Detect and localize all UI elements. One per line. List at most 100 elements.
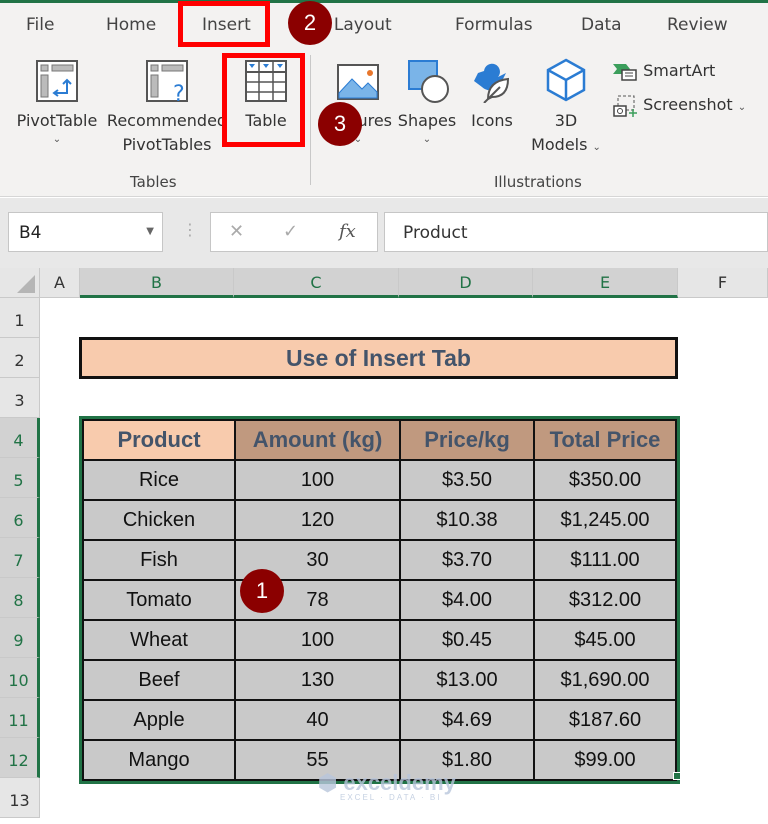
cell-price-per-kg[interactable]: $3.50	[399, 459, 535, 501]
selected-range: Product Amount (kg) Price/kg Total Price…	[79, 416, 680, 784]
cell-price-per-kg[interactable]: $4.69	[399, 699, 535, 741]
table-row: Beef 130 $13.00 $1,690.00	[82, 659, 677, 701]
row-header-8[interactable]: 8	[0, 578, 40, 618]
cell-product[interactable]: Beef	[82, 659, 236, 701]
cell-price-per-kg[interactable]: $10.38	[399, 499, 535, 541]
screenshot-icon	[613, 95, 637, 117]
cell-product[interactable]: Rice	[82, 459, 236, 501]
column-header-b[interactable]: B	[80, 268, 234, 298]
chevron-down-icon: ⌄	[422, 134, 432, 145]
insert-function-icon[interactable]: fx	[339, 221, 356, 242]
shapes-button[interactable]: Shapes ⌄	[396, 57, 458, 147]
header-price-per-kg[interactable]: Price/kg	[399, 419, 535, 461]
row-header-6[interactable]: 6	[0, 498, 40, 538]
table-row: Chicken 120 $10.38 $1,245.00	[82, 499, 677, 541]
cell-amount[interactable]: 100	[234, 619, 401, 661]
pictures-icon	[337, 64, 379, 100]
cell-price-per-kg[interactable]: $13.00	[399, 659, 535, 701]
row-header-7[interactable]: 7	[0, 538, 40, 578]
watermark-tagline: EXCEL · DATA · BI	[340, 793, 442, 802]
cell-amount[interactable]: 130	[234, 659, 401, 701]
screenshot-label: Screenshot	[643, 95, 733, 114]
column-header-c[interactable]: C	[234, 268, 399, 298]
recommended-pivottables-button[interactable]: ? Recommended PivotTables	[104, 57, 230, 157]
column-header-a[interactable]: A	[40, 268, 80, 298]
name-box[interactable]: B4 ▼	[8, 212, 163, 252]
cell-product[interactable]: Apple	[82, 699, 236, 741]
tab-formulas[interactable]: Formulas	[455, 15, 533, 35]
row-header-4[interactable]: 4	[0, 418, 40, 458]
tab-data[interactable]: Data	[581, 15, 622, 35]
data-table: Product Amount (kg) Price/kg Total Price…	[82, 419, 677, 781]
cell-total-price[interactable]: $350.00	[533, 459, 677, 501]
table-row: Apple 40 $4.69 $187.60	[82, 699, 677, 741]
smartart-button[interactable]: SmartArt	[612, 59, 715, 83]
cell-price-per-kg[interactable]: $3.70	[399, 539, 535, 581]
chevron-down-icon: ⌄	[737, 102, 747, 113]
watermark-logo-icon: ⬢	[318, 770, 338, 795]
cell-amount[interactable]: 120	[234, 499, 401, 541]
cell-total-price[interactable]: $1,690.00	[533, 659, 677, 701]
recommended-pivottables-icon: ?	[146, 60, 188, 103]
shapes-label: Shapes	[397, 111, 457, 130]
cell-amount[interactable]: 100	[234, 459, 401, 501]
row-header-10[interactable]: 10	[0, 658, 40, 698]
cell-total-price[interactable]: $45.00	[533, 619, 677, 661]
icons-button[interactable]: Icons	[462, 57, 522, 133]
shapes-icon	[408, 60, 449, 103]
cell-total-price[interactable]: $111.00	[533, 539, 677, 581]
dropdown-arrow-icon[interactable]: ▼	[146, 226, 154, 237]
table-row: Wheat 100 $0.45 $45.00	[82, 619, 677, 661]
cancel-icon[interactable]: ✕	[229, 221, 244, 242]
row-header-13[interactable]: 13	[0, 778, 40, 818]
row-header-9[interactable]: 9	[0, 618, 40, 658]
enter-icon[interactable]: ✓	[283, 221, 298, 242]
tab-review[interactable]: Review	[667, 15, 728, 35]
fill-handle[interactable]	[673, 772, 681, 780]
formula-input[interactable]: Product	[384, 212, 768, 252]
cell-price-per-kg[interactable]: $4.00	[399, 579, 535, 621]
cell-product[interactable]: Wheat	[82, 619, 236, 661]
step-badge-1: 1	[240, 569, 284, 613]
3d-models-label-line1: 3D	[554, 111, 578, 130]
tab-file[interactable]: File	[26, 15, 54, 35]
cell-product[interactable]: Tomato	[82, 579, 236, 621]
select-all-button[interactable]	[0, 268, 40, 298]
table-header-row: Product Amount (kg) Price/kg Total Price	[82, 419, 677, 461]
row-header-1[interactable]: 1	[0, 298, 40, 338]
cell-price-per-kg[interactable]: $0.45	[399, 619, 535, 661]
table-button-highlight	[222, 53, 305, 147]
pivottable-button[interactable]: PivotTable ⌄	[12, 57, 102, 147]
header-amount[interactable]: Amount (kg)	[234, 419, 401, 461]
cell-product[interactable]: Mango	[82, 739, 236, 781]
tab-home[interactable]: Home	[106, 15, 156, 35]
header-total-price[interactable]: Total Price	[533, 419, 677, 461]
cell-amount[interactable]: 40	[234, 699, 401, 741]
header-product[interactable]: Product	[82, 419, 236, 461]
cell-product[interactable]: Fish	[82, 539, 236, 581]
column-header-e[interactable]: E	[533, 268, 678, 298]
cell-total-price[interactable]: $99.00	[533, 739, 677, 781]
row-header-3[interactable]: 3	[0, 378, 40, 418]
cell-total-price[interactable]: $1,245.00	[533, 499, 677, 541]
icons-label: Icons	[471, 111, 513, 130]
cell-total-price[interactable]: $312.00	[533, 579, 677, 621]
name-box-value: B4	[19, 223, 42, 243]
cell-product[interactable]: Chicken	[82, 499, 236, 541]
step-badge-3: 3	[318, 102, 362, 146]
screenshot-button[interactable]: Screenshot ⌄	[612, 93, 746, 117]
cell-total-price[interactable]: $187.60	[533, 699, 677, 741]
table-row: Fish 30 $3.70 $111.00	[82, 539, 677, 581]
column-header-d[interactable]: D	[399, 268, 533, 298]
smartart-label: SmartArt	[643, 61, 716, 80]
smartart-icon	[613, 63, 637, 81]
sheet-title-cell[interactable]: Use of Insert Tab	[79, 337, 678, 379]
column-header-f[interactable]: F	[678, 268, 768, 298]
3d-models-label-line2: Models	[531, 135, 588, 154]
row-header-5[interactable]: 5	[0, 458, 40, 498]
3d-models-button[interactable]: 3D Models ⌄	[526, 57, 606, 160]
group-label-illustrations: Illustrations	[494, 173, 582, 191]
row-header-11[interactable]: 11	[0, 698, 40, 738]
row-header-12[interactable]: 12	[0, 738, 40, 778]
row-header-2[interactable]: 2	[0, 338, 40, 378]
